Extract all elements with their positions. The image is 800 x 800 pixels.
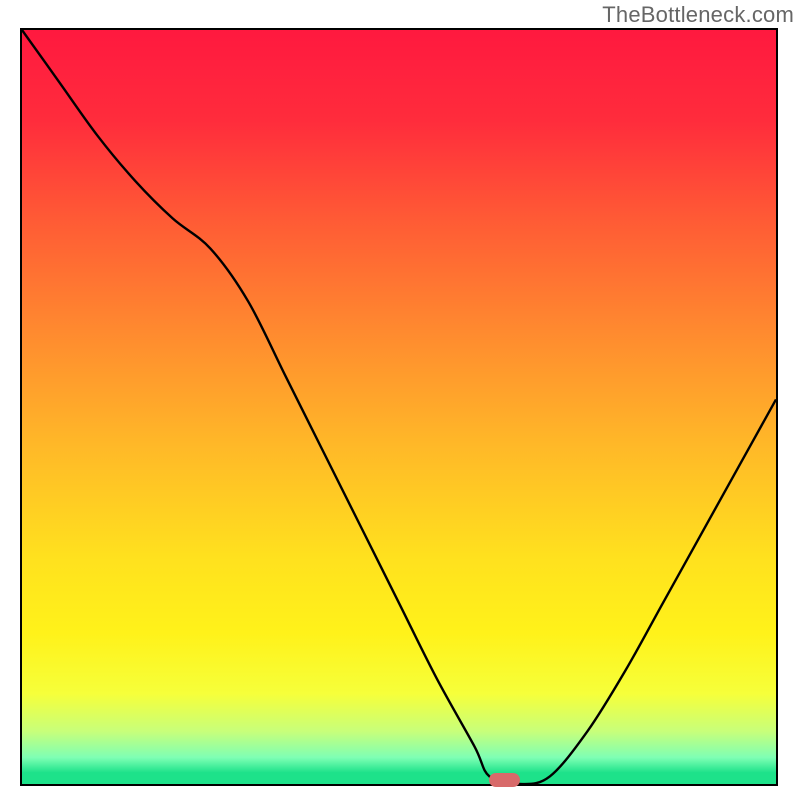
- plot-frame: [20, 28, 778, 786]
- plot-svg: [22, 30, 776, 784]
- optimum-marker: [489, 773, 519, 787]
- plot-background: [22, 30, 776, 784]
- watermark-text: TheBottleneck.com: [602, 2, 794, 28]
- chart-container: TheBottleneck.com: [0, 0, 800, 800]
